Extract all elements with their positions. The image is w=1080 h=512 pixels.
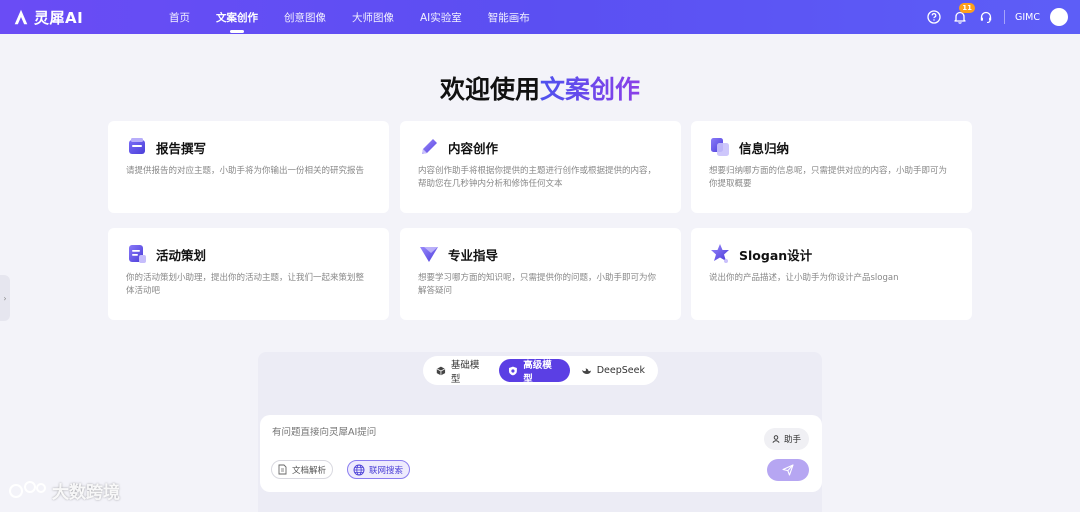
star-icon [711,244,729,263]
card-description: 你的活动策划小助理，提出你的活动主题，让我们一起来策划整体活动吧 [126,273,365,296]
nav-item-master-image[interactable]: 大师图像 [339,0,407,34]
report-icon [129,138,145,154]
watermark-text: 大数跨境 [52,483,120,503]
question-input[interactable] [272,427,712,438]
doc-parse-label: 文档解析 [292,465,327,476]
avatar[interactable] [1050,8,1068,26]
tab-label: 基础模型 [450,359,480,385]
summary-icon [711,138,729,156]
support-button[interactable] [978,9,994,25]
nav-item-copywriting[interactable]: 文案创作 [203,0,271,34]
watermark: 大数跨境 [8,478,120,503]
notification-button[interactable]: 11 [952,3,975,25]
document-icon [278,464,287,475]
tab-basic-model[interactable]: 基础模型 [427,359,497,385]
assistant-label: 助手 [783,435,801,445]
notification-badge: 11 [959,3,975,13]
headset-icon [980,11,992,24]
card-professional-guidance[interactable]: 专业指导 想要学习哪方面的知识呢，只需提供你的问题，小助手即可为你解答疑问 [400,228,681,320]
page-title-accent: 文案创作 [540,75,641,104]
toolbar-right: 11 GIMC [926,0,1068,34]
toolbar-divider [1004,10,1005,24]
tab-label: 高级模型 [523,359,552,385]
logo-icon [14,9,28,25]
watermark-logo-icon [9,480,46,498]
card-description: 想要学习哪方面的知识呢，只需提供你的问题，小助手即可为你解答疑问 [418,273,657,296]
chevron-right-icon: › [3,293,7,303]
cube-icon [436,366,446,375]
help-icon [927,10,941,24]
whale-icon [581,368,591,374]
card-info-summary[interactable]: 信息归纳 想要归纳哪方面的信息呢，只需提供对应的内容，小助手即可为你提取概要 [691,121,972,213]
chat-input-box: 助手 文档解析 联网搜索 [260,415,822,492]
card-title: 信息归纳 [739,140,790,156]
card-description: 说出你的产品描述，让小助手为你设计产品slogan [709,273,899,283]
card-event-planning[interactable]: 活动策划 你的活动策划小助理，提出你的活动主题，让我们一起来策划整体活动吧 [108,228,389,320]
card-title: 活动策划 [156,247,207,263]
assistant-button[interactable]: 助手 [763,428,809,450]
card-slogan-design[interactable]: Slogan设计 说出你的产品描述，让小助手为你设计产品slogan [691,228,972,320]
model-selector: 基础模型 高级模型 DeepSeek [423,356,658,385]
pen-icon [422,139,437,154]
guide-icon [420,247,438,262]
nav-item-home[interactable]: 首页 [156,0,203,34]
doc-parse-toggle[interactable]: 文档解析 [271,460,334,479]
tab-label: DeepSeek [596,365,645,376]
brand-logo[interactable]: 灵犀AI [12,7,132,28]
activity-icon [129,245,146,263]
web-search-label: 联网搜索 [369,465,404,476]
card-description: 内容创作助手将根据你提供的主题进行创作或根据提供的内容，帮助您在几秒钟内分析和修… [418,166,657,189]
nav-item-smart-canvas[interactable]: 智能画布 [475,0,543,34]
main-nav: 首页 文案创作 创意图像 大师图像 AI实验室 智能画布 [156,0,543,34]
top-nav-bar: 灵犀AI 首页 文案创作 创意图像 大师图像 AI实验室 智能画布 11 GIM… [0,0,1080,34]
user-name[interactable]: GIMC [1015,12,1040,23]
help-button[interactable] [926,9,942,25]
card-description: 想要归纳哪方面的信息呢，只需提供对应的内容，小助手即可为你提取概要 [709,166,948,189]
card-title: 报告撰写 [156,140,207,156]
page-title-prefix: 欢迎使用 [439,75,540,104]
globe-icon [353,464,365,475]
send-button[interactable] [767,459,809,481]
shield-icon [509,366,518,375]
page-title: 欢迎使用文案创作 [0,70,1080,106]
tab-deepseek[interactable]: DeepSeek [572,359,654,382]
web-search-toggle[interactable]: 联网搜索 [347,460,411,479]
card-title: 内容创作 [448,140,499,156]
tab-advanced-model[interactable]: 高级模型 [499,359,570,385]
card-description: 请提供报告的对应主题，小助手将为你输出一份相关的研究报告 [126,166,365,176]
card-title: 专业指导 [448,247,499,263]
sidebar-expand-handle[interactable]: › [0,275,10,321]
card-title: Slogan设计 [739,247,813,263]
nav-item-creative-image[interactable]: 创意图像 [271,0,339,34]
card-report-writing[interactable]: 报告撰写 请提供报告的对应主题，小助手将为你输出一份相关的研究报告 [108,121,389,213]
nav-item-ai-lab[interactable]: AI实验室 [407,0,475,34]
card-content-creation[interactable]: 内容创作 内容创作助手将根据你提供的主题进行创作或根据提供的内容，帮助您在几秒钟… [400,121,681,213]
brand-name: 灵犀AI [34,8,84,27]
user-icon [772,435,780,443]
send-icon [782,464,794,476]
